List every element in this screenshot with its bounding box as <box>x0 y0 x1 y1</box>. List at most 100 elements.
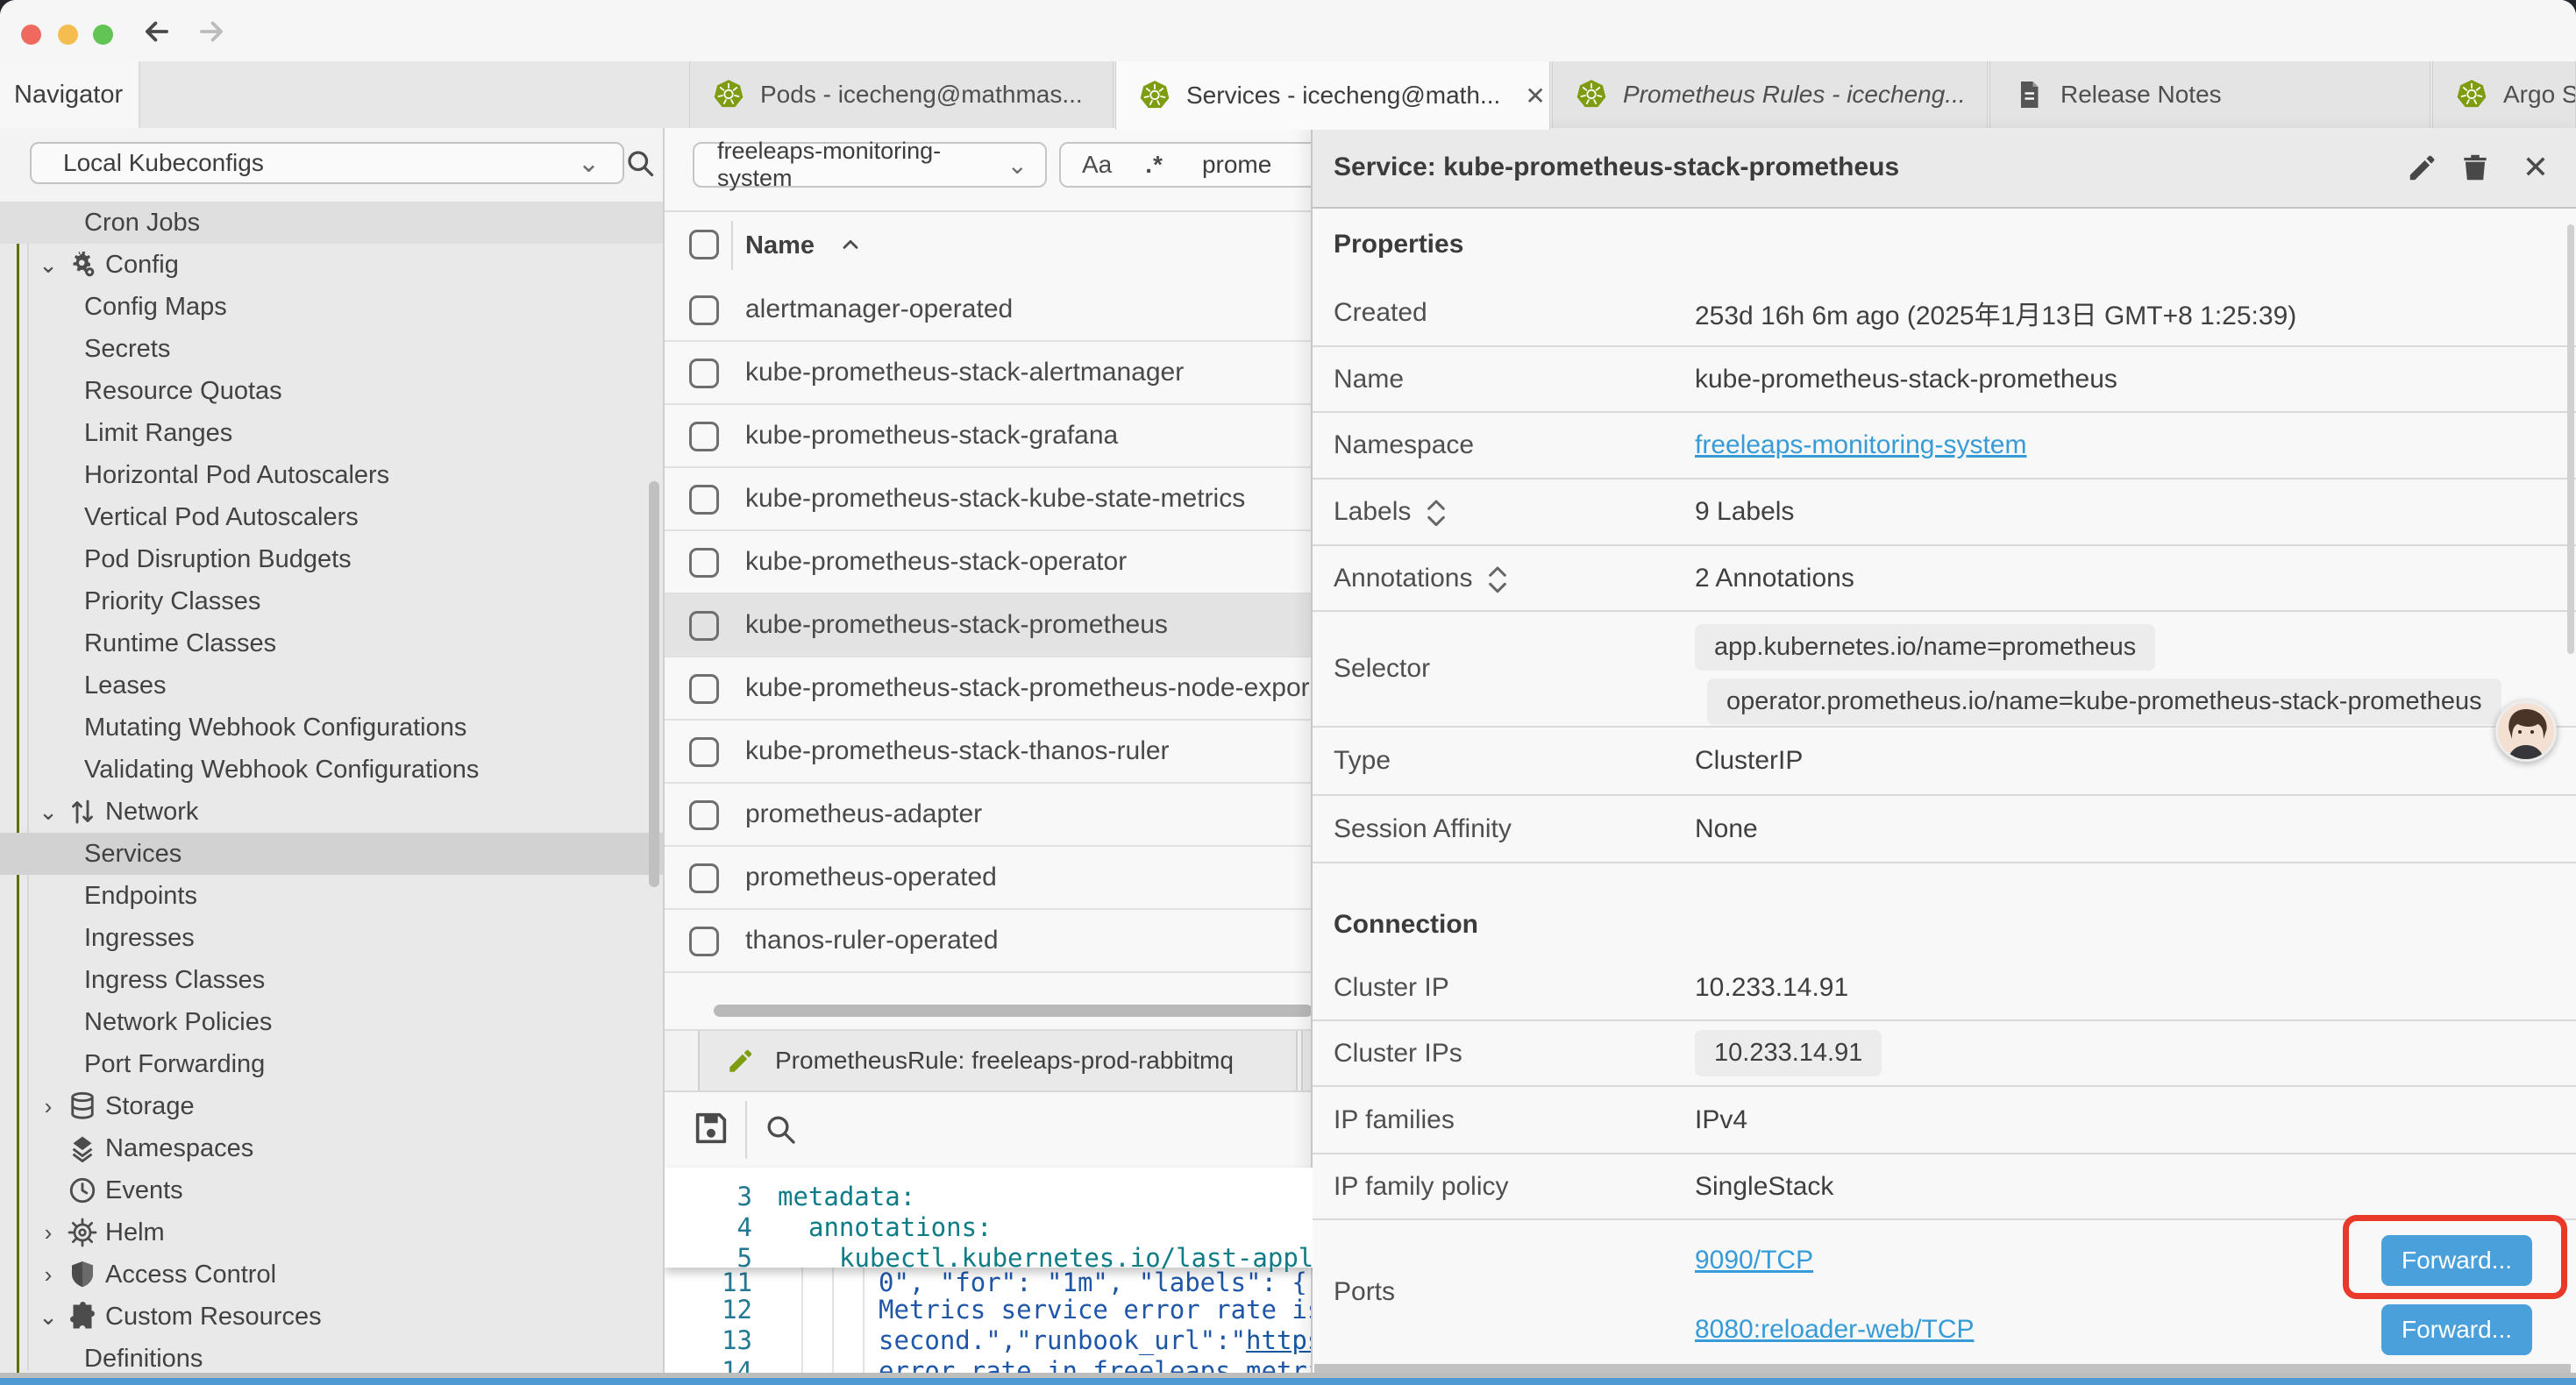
sidebar-item-network[interactable]: ⌄Network <box>0 791 663 833</box>
sidebar-item-helm[interactable]: ›Helm <box>0 1211 663 1254</box>
sidebar-item-mutating-webhook-configurations[interactable]: Mutating Webhook Configurations <box>0 707 663 749</box>
tab-prometheus-rules-icecheng[interactable]: Prometheus Rules - icecheng... <box>1552 61 1988 128</box>
sidebar-item-namespaces[interactable]: Namespaces <box>0 1127 663 1169</box>
table-row[interactable]: kube-prometheus-stack-thanos-ruler <box>665 721 1313 784</box>
sidebar-item-validating-webhook-configurations[interactable]: Validating Webhook Configurations <box>0 749 663 791</box>
sidebar-item-ingress-classes[interactable]: Ingress Classes <box>0 959 663 1001</box>
close-tab-icon[interactable]: ✕ <box>1525 82 1545 110</box>
row-name: kube-prometheus-stack-prometheus-node-ex… <box>745 673 1310 703</box>
tab-label: Services - icecheng@math... <box>1186 82 1500 110</box>
editor-tab-prometheusrule[interactable]: PrometheusRule: freeleaps-prod-rabbitmq <box>698 1031 1298 1090</box>
sidebar-item-endpoints[interactable]: Endpoints <box>0 875 663 917</box>
resource-search-input[interactable]: Aa .* prome <box>1059 142 1313 188</box>
table-row[interactable]: kube-prometheus-stack-grafana <box>665 405 1313 468</box>
row-checkbox[interactable] <box>689 863 719 893</box>
row-checkbox[interactable] <box>689 548 719 578</box>
kubeconfig-select[interactable]: Local Kubeconfigs ⌄ <box>30 142 624 184</box>
table-row[interactable]: kube-prometheus-stack-prometheus-node-ex… <box>665 657 1313 721</box>
sidebar-item-services[interactable]: Services <box>0 833 663 875</box>
forward-button[interactable] <box>195 15 228 48</box>
sidebar-item-vertical-pod-autoscalers[interactable]: Vertical Pod Autoscalers <box>0 496 663 538</box>
sidebar-item-label: Events <box>105 1176 183 1205</box>
horizontal-scrollbar[interactable] <box>714 1005 1313 1017</box>
chevron-right-icon[interactable]: › <box>35 1261 61 1289</box>
match-case-toggle[interactable]: Aa <box>1082 151 1112 179</box>
property-value: SingleStack <box>1695 1154 1833 1218</box>
table-row[interactable]: kube-prometheus-stack-prometheus <box>665 594 1313 657</box>
sidebar-item-leases[interactable]: Leases <box>0 664 663 707</box>
sidebar-item-horizontal-pod-autoscalers[interactable]: Horizontal Pod Autoscalers <box>0 454 663 496</box>
row-checkbox[interactable] <box>689 611 719 641</box>
sidebar-item-runtime-classes[interactable]: Runtime Classes <box>0 622 663 664</box>
back-button[interactable] <box>140 15 174 48</box>
table-row[interactable]: prometheus-adapter <box>665 784 1313 847</box>
table-row[interactable]: alertmanager-operated <box>665 279 1313 342</box>
sidebar-item-storage[interactable]: ›Storage <box>0 1085 663 1127</box>
sidebar-item-pod-disruption-budgets[interactable]: Pod Disruption Budgets <box>0 538 663 580</box>
chevron-down-icon[interactable]: ⌄ <box>35 252 61 279</box>
row-checkbox[interactable] <box>689 485 719 515</box>
sidebar-search-icon[interactable] <box>624 147 656 179</box>
sidebar-item-secrets[interactable]: Secrets <box>0 328 663 370</box>
sidebar-item-network-policies[interactable]: Network Policies <box>0 1001 663 1043</box>
select-all-checkbox[interactable] <box>689 230 719 259</box>
regex-toggle[interactable]: .* <box>1145 151 1163 179</box>
sidebar-item-priority-classes[interactable]: Priority Classes <box>0 580 663 622</box>
chevron-right-icon[interactable]: › <box>35 1219 61 1246</box>
table-row[interactable]: thanos-ruler-operated <box>665 910 1313 973</box>
details-drawer: Service: kube-prometheus-stack-prometheu… <box>1311 128 2576 1385</box>
sidebar-item-config[interactable]: ⌄Config <box>0 244 663 286</box>
sidebar-item-resource-quotas[interactable]: Resource Quotas <box>0 370 663 412</box>
tab-pods-icecheng-mathmas[interactable]: Pods - icecheng@mathmas... <box>689 61 1114 128</box>
port-link[interactable]: 8080:reloader-web/TCP <box>1695 1315 1975 1345</box>
tab-argo-se[interactable]: Argo Se <box>2432 61 2576 128</box>
sidebar-scrollbar[interactable] <box>649 481 659 887</box>
row-checkbox[interactable] <box>689 359 719 388</box>
tab-services-icecheng-math[interactable]: Services - icecheng@math... ✕ <box>1115 61 1550 130</box>
table-row[interactable]: prometheus-operated <box>665 847 1313 910</box>
table-row[interactable]: kube-prometheus-stack-operator <box>665 531 1313 594</box>
table-row[interactable]: kube-prometheus-stack-alertmanager <box>665 342 1313 405</box>
row-checkbox[interactable] <box>689 295 719 325</box>
port-link[interactable]: 9090/TCP <box>1695 1246 1813 1275</box>
sort-toggle-icon[interactable] <box>1484 564 1511 593</box>
chevron-right-icon[interactable]: › <box>35 1093 61 1120</box>
sidebar-item-config-maps[interactable]: Config Maps <box>0 286 663 328</box>
sidebar-item-cron-jobs[interactable]: Cron Jobs <box>0 202 663 244</box>
namespace-select[interactable]: freeleaps-monitoring-system ⌄ <box>693 142 1047 188</box>
close-drawer-icon[interactable]: ✕ <box>2519 151 2552 184</box>
chevron-down-icon[interactable]: ⌄ <box>35 799 61 826</box>
forward-button[interactable]: Forward... <box>2381 1304 2532 1355</box>
sidebar-item-ingresses[interactable]: Ingresses <box>0 917 663 959</box>
row-checkbox[interactable] <box>689 800 719 830</box>
sidebar-item-custom-resources[interactable]: ⌄Custom Resources <box>0 1296 663 1338</box>
edit-resource-icon[interactable] <box>2406 151 2439 184</box>
delete-resource-icon[interactable] <box>2459 151 2492 184</box>
save-icon[interactable] <box>691 1108 731 1148</box>
sidebar-item-events[interactable]: Events <box>0 1169 663 1211</box>
sort-toggle-icon[interactable] <box>1423 497 1449 527</box>
row-checkbox[interactable] <box>689 737 719 767</box>
close-window-button[interactable] <box>21 25 41 45</box>
sidebar-item-limit-ranges[interactable]: Limit Ranges <box>0 412 663 454</box>
zoom-window-button[interactable] <box>93 25 113 45</box>
avatar[interactable] <box>2495 700 2557 762</box>
tab-navigator[interactable]: Navigator <box>0 61 140 128</box>
sidebar-item-port-forwarding[interactable]: Port Forwarding <box>0 1043 663 1085</box>
chevron-down-icon[interactable]: ⌄ <box>35 1303 61 1331</box>
drawer-scrollbar[interactable] <box>2567 224 2574 654</box>
column-header-name[interactable]: Name <box>745 212 815 279</box>
row-checkbox[interactable] <box>689 422 719 451</box>
minimize-window-button[interactable] <box>58 25 78 45</box>
code-text: Metrics service error rate is {{ $va <box>879 1295 1313 1325</box>
namespace-link[interactable]: freeleaps-monitoring-system <box>1695 430 2026 460</box>
editor-search-icon[interactable] <box>763 1112 798 1147</box>
sort-ascending-icon[interactable] <box>838 233 863 258</box>
table-row[interactable]: kube-prometheus-stack-kube-state-metrics <box>665 468 1313 531</box>
sidebar-item-access-control[interactable]: ›Access Control <box>0 1254 663 1296</box>
yaml-editor[interactable]: 110", "for": "1m", "labels": { "service"… <box>665 1168 1313 1385</box>
tab-release-notes[interactable]: Release Notes <box>1989 61 2430 128</box>
row-checkbox[interactable] <box>689 927 719 956</box>
row-checkbox[interactable] <box>689 674 719 704</box>
row-name: prometheus-adapter <box>745 799 982 829</box>
